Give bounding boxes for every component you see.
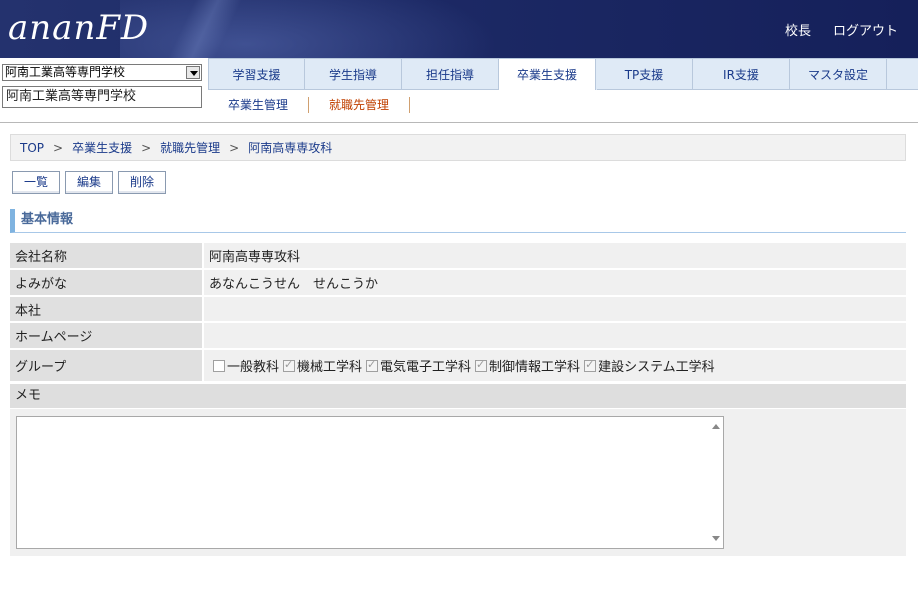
action-buttons: 一覧 編集 削除 — [12, 171, 167, 194]
section-title: 基本情報 — [10, 209, 906, 233]
list-button[interactable]: 一覧 — [12, 171, 61, 194]
memo-label: メモ — [10, 384, 906, 408]
checkbox-label: 一般教科 — [227, 360, 280, 375]
scroll-up-icon[interactable] — [712, 424, 720, 429]
tab-ir-support[interactable]: IR支援 — [693, 58, 790, 90]
subtab-graduate-management[interactable]: 卒業生管理 — [208, 97, 310, 113]
checkbox-general[interactable]: 一般教科 — [213, 356, 279, 375]
checkbox-box[interactable] — [475, 358, 488, 372]
tab-tp-support[interactable]: TP支援 — [596, 58, 693, 90]
breadcrumb-current[interactable]: 阿南高専専攻科 — [248, 139, 332, 156]
field-row-homepage: ホームページ — [10, 323, 906, 348]
field-label: 本社 — [10, 297, 202, 321]
field-row-group: グループ 一般教科 機械工学科 電気電子工学科 制御情報工学科 建設システム工学… — [10, 350, 906, 381]
user-link[interactable]: 校長 — [785, 20, 811, 39]
checkbox-label: 制御情報工学科 — [489, 360, 581, 375]
breadcrumb: TOP > 卒業生支援 > 就職先管理 > 阿南高専専攻科 — [10, 134, 906, 161]
field-label: ホームページ — [10, 323, 202, 348]
memo-scrollbar[interactable] — [709, 417, 723, 548]
checkbox-label: 機械工学科 — [297, 360, 363, 375]
field-label: グループ — [10, 350, 202, 381]
tab-filler — [887, 58, 918, 90]
field-row-company-name: 会社名称 阿南高専専攻科 — [10, 243, 906, 268]
checkbox-label: 電気電子工学科 — [380, 360, 472, 375]
sub-tabs: 卒業生管理 就職先管理 — [208, 96, 411, 114]
checkbox-box[interactable] — [213, 359, 225, 372]
checkbox-electrical[interactable]: 電気電子工学科 — [366, 356, 471, 375]
breadcrumb-separator: > — [229, 140, 240, 155]
tabs-divider-right — [597, 89, 918, 90]
subtab-employer-management[interactable]: 就職先管理 — [309, 97, 411, 113]
tab-homeroom-guidance[interactable]: 担任指導 — [402, 58, 499, 90]
field-label: 会社名称 — [10, 243, 202, 268]
field-row-head-office: 本社 — [10, 297, 906, 321]
tab-master-settings[interactable]: マスタ設定 — [790, 58, 887, 90]
checkbox-box[interactable] — [366, 358, 379, 372]
breadcrumb-graduate-support[interactable]: 卒業生支援 — [72, 139, 132, 156]
checkbox-civil-systems[interactable]: 建設システム工学科 — [584, 356, 715, 375]
logout-link[interactable]: ログアウト — [833, 20, 898, 39]
field-value: あなんこうせん せんこうか — [204, 270, 906, 295]
tab-student-guidance[interactable]: 学生指導 — [305, 58, 402, 90]
checkbox-box[interactable] — [283, 358, 296, 372]
checkbox-mechanical[interactable]: 機械工学科 — [283, 356, 362, 375]
tab-learning-support[interactable]: 学習支援 — [208, 58, 305, 90]
app-logo: ananFD — [8, 8, 150, 48]
school-select[interactable]: 阿南工業高等専門学校 — [2, 64, 202, 81]
tabs-divider-left — [208, 89, 499, 90]
school-display: 阿南工業高等専門学校 — [2, 86, 202, 108]
checkbox-control-info[interactable]: 制御情報工学科 — [475, 356, 580, 375]
nav-divider — [0, 122, 918, 123]
checkbox-box[interactable] — [584, 358, 597, 372]
breadcrumb-separator: > — [141, 140, 152, 155]
header-decoration-highlight — [160, 0, 250, 58]
chevron-down-icon[interactable] — [186, 66, 200, 79]
tab-graduate-support[interactable]: 卒業生支援 — [499, 58, 596, 90]
edit-button[interactable]: 編集 — [65, 171, 114, 194]
memo-area — [10, 409, 906, 556]
field-value — [204, 297, 906, 321]
scroll-down-icon[interactable] — [712, 536, 720, 541]
field-value: 阿南高専専攻科 — [204, 243, 906, 268]
breadcrumb-top[interactable]: TOP — [20, 141, 44, 155]
delete-button[interactable]: 削除 — [118, 171, 167, 194]
checkbox-label: 建設システム工学科 — [598, 360, 715, 375]
header-links: 校長 ログアウト — [785, 20, 898, 39]
main-tabs: 学習支援 学生指導 担任指導 卒業生支援 TP支援 IR支援 マスタ設定 — [208, 58, 918, 90]
breadcrumb-employer-management[interactable]: 就職先管理 — [160, 139, 220, 156]
breadcrumb-separator: > — [53, 140, 64, 155]
app-header: ananFD 校長 ログアウト — [0, 0, 918, 58]
group-checkboxes: 一般教科 機械工学科 電気電子工学科 制御情報工学科 建設システム工学科 — [204, 350, 906, 381]
field-label: よみがな — [10, 270, 202, 295]
school-select-value: 阿南工業高等専門学校 — [5, 65, 126, 79]
memo-textarea[interactable] — [16, 416, 724, 549]
field-row-reading: よみがな あなんこうせん せんこうか — [10, 270, 906, 295]
field-value — [204, 323, 906, 348]
